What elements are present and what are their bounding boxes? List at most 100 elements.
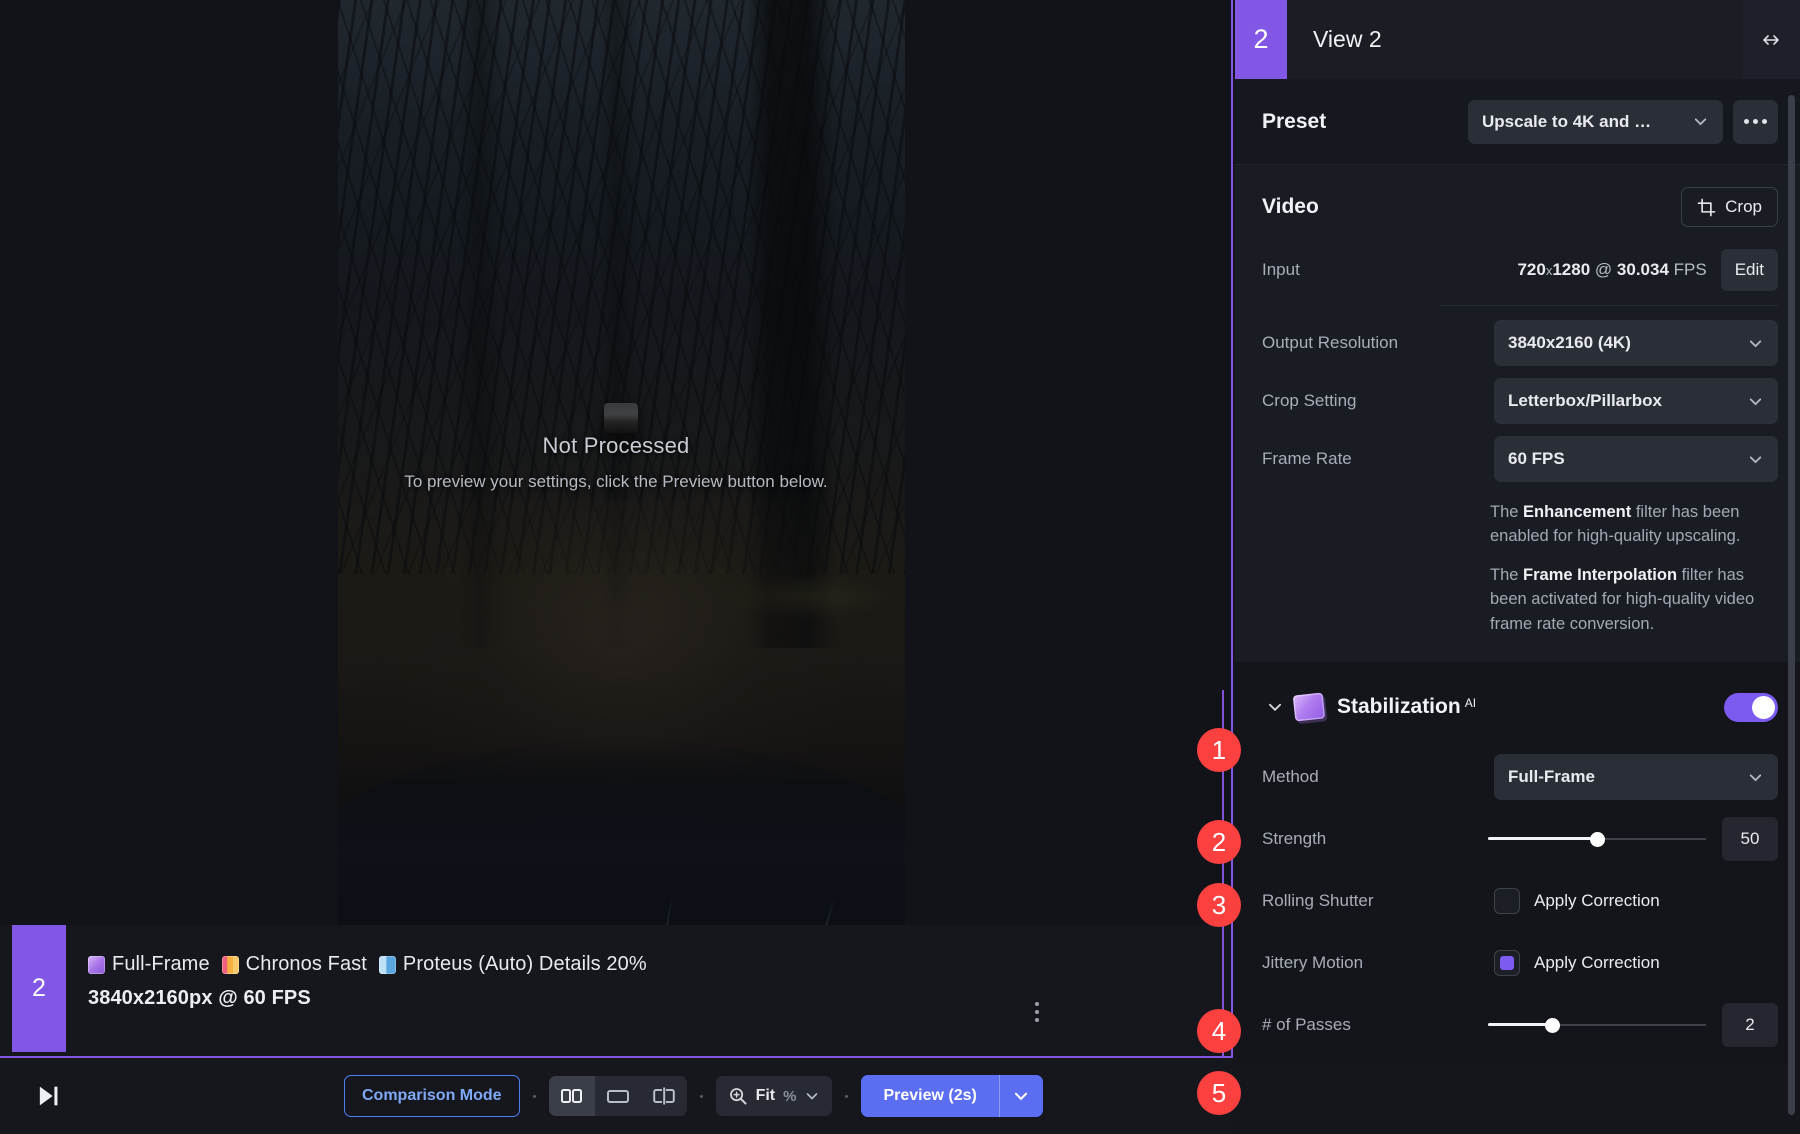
rolling-shutter-checkbox-label: Apply Correction	[1534, 891, 1660, 911]
output-resolution-value: 3840x2160 (4K)	[1508, 333, 1631, 353]
status-chips-row: Full-Frame Chronos Fast Proteus (Auto) D…	[88, 953, 647, 976]
rolling-shutter-row: Rolling Shutter Apply Correction	[1262, 870, 1778, 932]
preview-button[interactable]: Preview (2s)	[861, 1075, 998, 1117]
view-mode-single-button[interactable]	[595, 1076, 641, 1116]
magnifier-plus-icon	[728, 1086, 748, 1106]
crop-setting-row: Crop Setting Letterbox/Pillarbox	[1262, 378, 1778, 424]
passes-label: # of Passes	[1262, 1015, 1440, 1035]
passes-value[interactable]: 2	[1722, 1003, 1778, 1047]
panel-header: 2 View 2	[1235, 0, 1800, 79]
dim-overlay	[338, 0, 905, 925]
horizontal-resize-icon[interactable]	[1742, 0, 1800, 79]
zoom-control[interactable]: Fit %	[716, 1076, 833, 1116]
preset-label: Preset	[1262, 110, 1326, 134]
preset-section: Preset Upscale to 4K and …	[1235, 79, 1800, 165]
chevron-down-icon	[1733, 769, 1764, 786]
view-mode-segmented-control	[549, 1076, 687, 1116]
frame-rate-label: Frame Rate	[1262, 449, 1440, 469]
video-frame-image	[338, 0, 905, 925]
toggle-knob	[1752, 696, 1775, 719]
purple-cube-icon	[1293, 693, 1326, 722]
view-mode-split-slider-button[interactable]	[641, 1076, 687, 1116]
panel-view-badge: 2	[1235, 0, 1287, 79]
stabilization-collapse-chevron-down-icon[interactable]	[1262, 698, 1288, 716]
method-row: Method Full-Frame	[1262, 746, 1778, 808]
input-width: 720	[1517, 260, 1545, 279]
preset-ellipsis-icon[interactable]	[1733, 100, 1778, 144]
note-1-pre: The	[1490, 566, 1523, 584]
crop-icon	[1697, 198, 1716, 217]
comparison-mode-button[interactable]: Comparison Mode	[344, 1075, 520, 1117]
chevron-down-icon	[1733, 335, 1764, 352]
view-number-badge: 2	[12, 925, 66, 1052]
edit-input-button[interactable]: Edit	[1721, 249, 1778, 291]
toolbar-separator-1	[533, 1095, 536, 1098]
video-preview-area[interactable]: Not Processed To preview your settings, …	[0, 0, 1232, 925]
chevron-down-icon	[804, 1088, 820, 1104]
chip-label-proteus: Proteus (Auto) Details 20%	[403, 953, 647, 976]
crop-setting-value: Letterbox/Pillarbox	[1508, 391, 1662, 411]
frame-rate-select[interactable]: 60 FPS	[1494, 436, 1778, 482]
chip-label-chronos: Chronos Fast	[246, 953, 367, 976]
toolbar-separator-2	[700, 1095, 703, 1098]
step-badge-3: 3	[1197, 883, 1241, 927]
output-resolution-label: Output Resolution	[1262, 333, 1440, 353]
preset-controls: Upscale to 4K and …	[1468, 100, 1778, 144]
input-row: Input 720x1280 @ 30.034 FPS Edit	[1262, 249, 1778, 291]
output-resolution-row: Output Resolution 3840x2160 (4K)	[1262, 320, 1778, 366]
status-text-block: Full-Frame Chronos Fast Proteus (Auto) D…	[88, 953, 647, 1010]
crop-setting-select[interactable]: Letterbox/Pillarbox	[1494, 378, 1778, 424]
panel-scrollbar[interactable]	[1788, 95, 1795, 1115]
strength-row: Strength 50	[1262, 808, 1778, 870]
video-section: Video Crop Input 720x1280 @ 30.034 FPS	[1235, 165, 1800, 662]
note-0-strong: Enhancement	[1523, 503, 1631, 521]
rolling-shutter-checkbox[interactable]	[1494, 888, 1520, 914]
filter-notes: The Enhancement filter has been enabled …	[1490, 500, 1778, 636]
input-height: 1280	[1552, 260, 1590, 279]
output-resolution-select[interactable]: 3840x2160 (4K)	[1494, 320, 1778, 366]
stabilization-title: Stabilization	[1337, 695, 1461, 718]
step-badge-5: 5	[1197, 1071, 1241, 1115]
passes-row: # of Passes 2	[1262, 994, 1778, 1056]
settings-panel: 2 View 2 Preset Upscale to 4K and …	[1235, 0, 1800, 1134]
toolbar-center-controls: Comparison Mode	[344, 1075, 1043, 1117]
stabilization-title-wrap: StabilizationAI	[1337, 695, 1476, 719]
crop-setting-label: Crop Setting	[1262, 391, 1440, 411]
preset-select[interactable]: Upscale to 4K and …	[1468, 100, 1723, 144]
stabilization-toggle[interactable]	[1724, 693, 1778, 722]
frame-rate-row: Frame Rate 60 FPS	[1262, 436, 1778, 482]
jittery-motion-checkbox-label: Apply Correction	[1534, 953, 1660, 973]
toolbar-separator-3	[845, 1095, 848, 1098]
input-fps-unit: FPS	[1674, 260, 1707, 279]
strength-slider[interactable]	[1488, 830, 1706, 848]
passes-slider-wrap: 2	[1488, 1003, 1778, 1047]
panel-title: View 2	[1313, 26, 1382, 53]
input-value: 720x1280 @ 30.034 FPS	[1517, 260, 1706, 280]
preset-row: Preset Upscale to 4K and …	[1235, 79, 1800, 165]
frame-rate-value: 60 FPS	[1508, 449, 1565, 469]
stabilization-header: StabilizationAI	[1262, 668, 1778, 746]
input-label: Input	[1262, 260, 1300, 280]
blue-bars-icon	[379, 956, 396, 974]
preview-options-chevron-down-icon[interactable]	[999, 1075, 1043, 1117]
app-root: Not Processed To preview your settings, …	[0, 0, 1800, 1134]
strength-label: Strength	[1262, 829, 1440, 849]
step-badge-2: 2	[1197, 820, 1241, 864]
zoom-unit: %	[783, 1088, 796, 1105]
play-to-end-icon[interactable]	[26, 1074, 70, 1118]
rolling-shutter-label: Rolling Shutter	[1262, 891, 1440, 911]
passes-slider[interactable]	[1488, 1016, 1706, 1034]
jittery-motion-checkbox[interactable]	[1494, 950, 1520, 976]
view-mode-side-by-side-button[interactable]	[549, 1076, 595, 1116]
method-value: Full-Frame	[1508, 767, 1595, 787]
chevron-down-icon	[1678, 113, 1709, 130]
step-badge-4: 4	[1197, 1009, 1241, 1053]
more-options-icon[interactable]	[1035, 1002, 1039, 1022]
video-section-header: Video Crop	[1262, 187, 1778, 227]
jittery-motion-row: Jittery Motion Apply Correction	[1262, 932, 1778, 994]
video-divider	[1440, 305, 1778, 306]
method-select[interactable]: Full-Frame	[1494, 754, 1778, 800]
crop-button[interactable]: Crop	[1681, 187, 1778, 227]
input-at: @	[1595, 260, 1612, 279]
strength-value[interactable]: 50	[1722, 817, 1778, 861]
